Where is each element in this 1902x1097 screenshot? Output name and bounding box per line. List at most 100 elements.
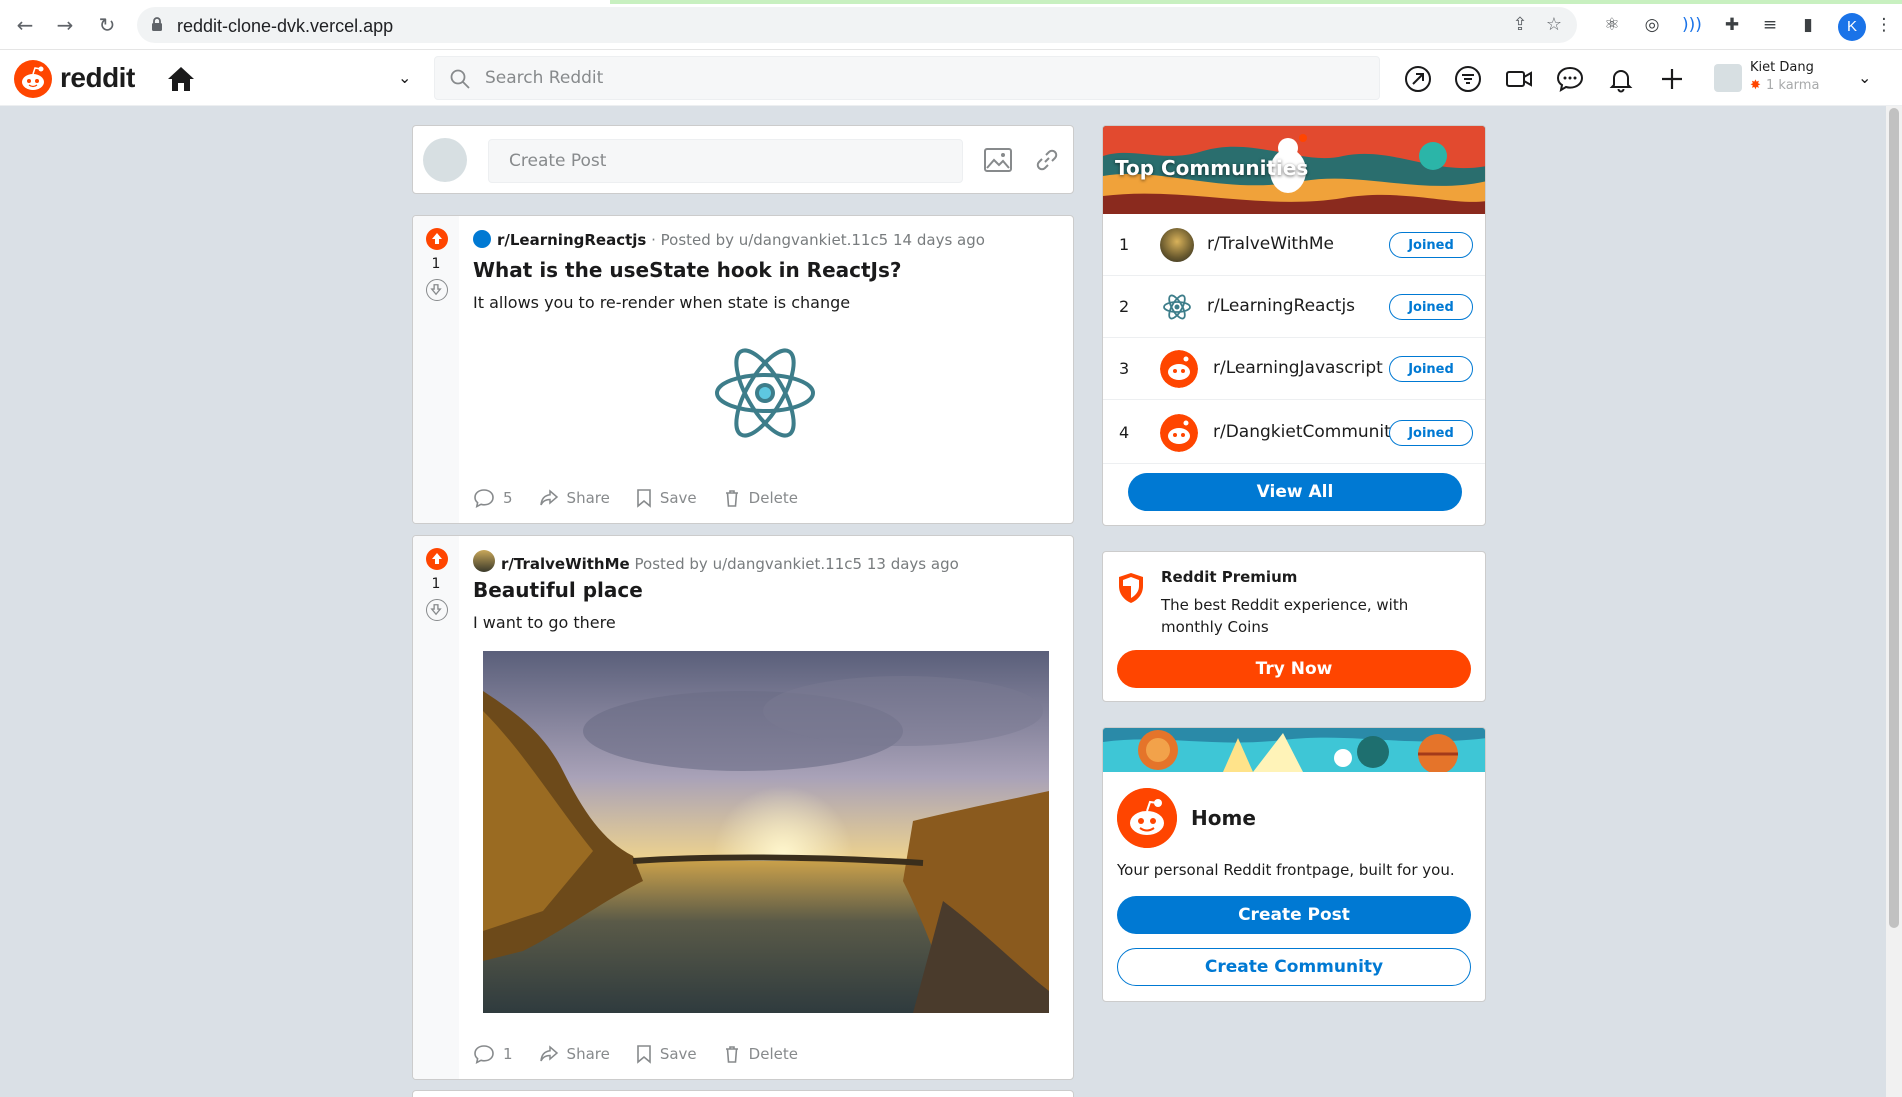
reddit-logo-icon[interactable]: [14, 60, 52, 98]
community-rank: 2: [1119, 297, 1130, 316]
scrollbar-track[interactable]: [1886, 106, 1902, 1097]
subreddit-link[interactable]: r/LearningReactjs: [497, 231, 646, 249]
community-name[interactable]: r/TralveWithMe: [1207, 234, 1334, 254]
post-card[interactable]: 1 r/TralveWithMe Posted by u/dangvankiet…: [412, 535, 1074, 1080]
scrollbar-thumb[interactable]: [1889, 108, 1899, 928]
forward-icon[interactable]: →: [54, 14, 76, 36]
upvote-icon[interactable]: [426, 228, 448, 250]
trash-icon: [725, 490, 738, 507]
community-row[interactable]: 1 r/TralveWithMe Joined: [1103, 214, 1485, 276]
community-row[interactable]: 4 r/DangkietCommunity Joined: [1103, 402, 1485, 464]
home-title: Home: [1191, 806, 1256, 830]
image-upload-icon[interactable]: [983, 146, 1013, 174]
chevron-down-icon[interactable]: ⌄: [398, 68, 411, 87]
downvote-icon[interactable]: [426, 599, 448, 621]
extensions-puzzle-icon[interactable]: ✚: [1720, 13, 1744, 37]
browser-toolbar: ← → ↻ reddit-clone-dvk.vercel.app ⇪ ☆ ⚛ …: [0, 0, 1902, 50]
community-name[interactable]: r/LearningReactjs: [1207, 296, 1355, 316]
media-control-icon[interactable]: ≡: [1758, 13, 1782, 37]
post-image-river-landscape[interactable]: [483, 651, 1049, 1013]
comment-count: 1: [503, 1045, 513, 1063]
post-card[interactable]: [412, 1090, 1074, 1097]
joined-button[interactable]: Joined: [1389, 294, 1473, 320]
browser-profile-avatar[interactable]: K: [1838, 13, 1866, 41]
post-card[interactable]: 1 r/LearningReactjs · Posted by u/dangva…: [412, 215, 1074, 524]
user-avatar: [1714, 64, 1742, 92]
comments-button[interactable]: 5: [473, 487, 513, 509]
post-meta: r/LearningReactjs · Posted by u/dangvank…: [473, 230, 985, 249]
back-icon[interactable]: ←: [14, 14, 36, 36]
community-name[interactable]: r/DangkietCommunity: [1213, 422, 1401, 442]
search-input[interactable]: [485, 57, 1365, 99]
extension-icon[interactable]: ◎: [1640, 13, 1664, 37]
karma-icon: ✸: [1750, 78, 1761, 93]
side-panel-icon[interactable]: ▮: [1796, 13, 1820, 37]
share-button[interactable]: Share: [539, 487, 610, 509]
video-icon[interactable]: [1504, 64, 1534, 94]
reload-icon[interactable]: ↻: [96, 14, 118, 36]
post-body: It allows you to re-render when state is…: [473, 293, 851, 312]
downvote-icon[interactable]: [426, 279, 448, 301]
home-banner: [1103, 728, 1485, 772]
share-icon: [539, 489, 558, 506]
reddit-snoo-icon: [1117, 788, 1177, 848]
save-button[interactable]: Save: [636, 487, 697, 509]
community-row[interactable]: 3 r/LearningJavascript Joined: [1103, 338, 1485, 400]
premium-card: Reddit Premium The best Reddit experienc…: [1102, 551, 1486, 702]
home-card: Home Your personal Reddit frontpage, bui…: [1102, 727, 1486, 1002]
home-icon[interactable]: [166, 65, 196, 93]
share-page-icon[interactable]: ⇪: [1509, 14, 1531, 36]
notification-bell-icon[interactable]: [1606, 64, 1636, 94]
post-title[interactable]: What is the useState hook in ReactJs?: [473, 258, 902, 282]
post-time: 14 days ago: [893, 231, 985, 249]
share-label: Share: [566, 489, 610, 507]
upvote-icon[interactable]: [426, 548, 448, 570]
user-name: Kiet Dang: [1750, 60, 1814, 75]
community-rank: 3: [1119, 359, 1130, 378]
community-name[interactable]: r/LearningJavascript: [1213, 358, 1383, 378]
create-community-button[interactable]: Create Community: [1117, 948, 1471, 986]
delete-button[interactable]: Delete: [723, 487, 798, 509]
chevron-down-icon[interactable]: ⌄: [1858, 68, 1871, 87]
joined-button[interactable]: Joined: [1389, 232, 1473, 258]
reddit-header: reddit ⌄ Kiet Dang ✸ 1 kar: [0, 50, 1902, 106]
save-label: Save: [659, 489, 697, 507]
react-logo-image: [715, 348, 815, 438]
delete-label: Delete: [748, 1045, 798, 1063]
subreddit-link[interactable]: r/TralveWithMe: [501, 555, 630, 573]
joined-button[interactable]: Joined: [1389, 356, 1473, 382]
chat-icon[interactable]: [1555, 64, 1585, 94]
filter-icon[interactable]: [1453, 64, 1483, 94]
vote-count: 1: [431, 576, 441, 592]
create-post-button[interactable]: Create Post: [1117, 896, 1471, 934]
react-devtools-extension-icon[interactable]: ⚛: [1600, 13, 1624, 37]
create-post-plus-icon[interactable]: [1657, 64, 1687, 94]
comments-button[interactable]: 1: [473, 1043, 513, 1065]
joined-button[interactable]: Joined: [1389, 420, 1473, 446]
post-author[interactable]: Posted by u/dangvankiet.11c5: [635, 555, 863, 573]
community-row[interactable]: 2 r/LearningReactjs Joined: [1103, 276, 1485, 338]
bookmark-star-icon[interactable]: ☆: [1543, 14, 1565, 36]
address-bar[interactable]: reddit-clone-dvk.vercel.app ⇪ ☆: [137, 7, 1577, 43]
browser-menu-icon[interactable]: ⋮: [1872, 13, 1896, 37]
post-author[interactable]: · Posted by u/dangvankiet.11c5: [651, 231, 888, 249]
lock-icon: [152, 17, 162, 31]
try-now-button[interactable]: Try Now: [1117, 650, 1471, 688]
trash-icon: [725, 1046, 738, 1063]
share-button[interactable]: Share: [539, 1043, 610, 1065]
popular-icon[interactable]: [1403, 64, 1433, 94]
url-text[interactable]: reddit-clone-dvk.vercel.app: [177, 16, 393, 37]
delete-button[interactable]: Delete: [723, 1043, 798, 1065]
save-button[interactable]: Save: [636, 1043, 697, 1065]
create-post-input[interactable]: Create Post: [488, 139, 963, 183]
community-rank: 4: [1119, 423, 1130, 442]
premium-shield-icon: [1119, 573, 1143, 603]
search-bar[interactable]: [434, 56, 1380, 100]
read-aloud-extension-icon[interactable]: ))): [1680, 13, 1704, 37]
reddit-wordmark[interactable]: reddit: [60, 62, 135, 94]
view-all-button[interactable]: View All: [1128, 473, 1462, 511]
search-icon: [450, 69, 470, 89]
user-menu[interactable]: Kiet Dang ✸ 1 karma ⌄: [1708, 58, 1878, 100]
link-icon[interactable]: [1033, 146, 1061, 174]
post-title[interactable]: Beautiful place: [473, 578, 643, 602]
